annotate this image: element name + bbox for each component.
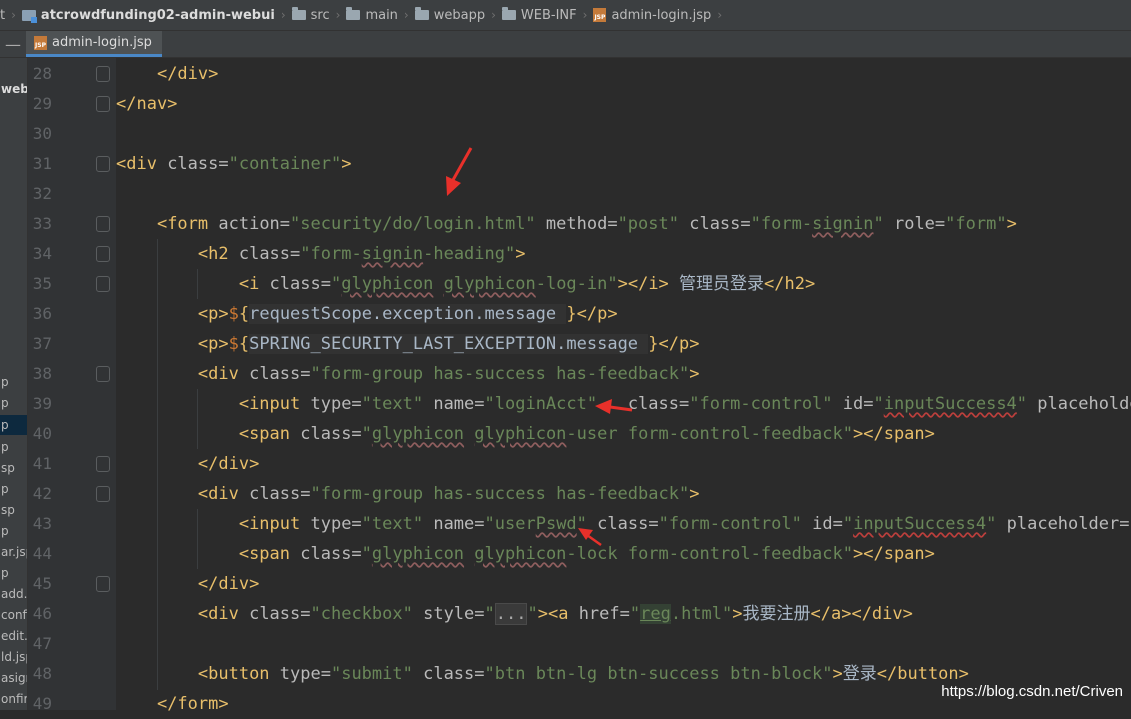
code-line-33[interactable]: <form action="security/do/login.html" me…	[116, 209, 1017, 239]
project-item[interactable]: p	[0, 479, 27, 499]
code-line-45[interactable]: </div>	[116, 569, 259, 599]
code-line-35[interactable]: <i class="glyphicon glyphicon-log-in"></…	[116, 269, 815, 299]
project-item[interactable]: p	[0, 437, 27, 457]
chevron-right-icon: ›	[335, 8, 341, 22]
project-item[interactable]: sp	[0, 500, 27, 520]
jsp-file-icon: JSP	[593, 8, 607, 22]
editor-tab-bar: — JSP admin-login.jsp	[0, 31, 1131, 58]
project-item[interactable]: p	[0, 372, 27, 392]
project-item[interactable]: add.j	[0, 584, 27, 604]
breadcrumb-item-webapp[interactable]: webapp	[411, 0, 491, 30]
project-item[interactable]: asign	[0, 668, 27, 688]
line-number: 35	[32, 274, 52, 293]
folded-region[interactable]: ...	[494, 603, 528, 625]
code-line-49[interactable]: </form>	[116, 689, 229, 719]
line-number: 39	[32, 394, 52, 413]
chevron-right-icon: ›	[717, 8, 723, 22]
line-number: 41	[32, 454, 52, 473]
line-number: 40	[32, 424, 52, 443]
project-item[interactable]: confi	[0, 605, 27, 625]
line-number: 47	[32, 634, 52, 653]
chevron-right-icon: ›	[582, 8, 588, 22]
module-icon	[21, 9, 37, 23]
folder-icon	[291, 7, 306, 20]
line-number: 43	[32, 514, 52, 533]
project-item[interactable]: p	[0, 563, 27, 583]
line-number: 48	[32, 664, 52, 683]
line-number: 42	[32, 484, 52, 503]
fold-marker-icon[interactable]	[96, 276, 110, 292]
code-line-39[interactable]: <input type="text" name="loginAcct" clas…	[116, 389, 1131, 419]
line-number: 30	[32, 124, 52, 143]
chevron-right-icon: ›	[280, 8, 286, 22]
line-number: 28	[32, 64, 52, 83]
code-line-48[interactable]: <button type="submit" class="btn btn-lg …	[116, 659, 969, 689]
folder-icon	[414, 7, 429, 20]
breadcrumb-item-main[interactable]: main	[342, 0, 403, 30]
project-item[interactable]: onfir	[0, 689, 27, 709]
breadcrumb-item-web-inf[interactable]: WEB-INF	[498, 0, 583, 30]
fold-marker-icon[interactable]	[96, 216, 110, 232]
minimize-icon[interactable]: —	[0, 31, 26, 57]
code-line-44[interactable]: <span class="glyphicon glyphicon-lock fo…	[116, 539, 935, 569]
code-line-36[interactable]: <p>${requestScope.exception.message }</p…	[116, 299, 618, 329]
watermark: https://blog.csdn.net/Criven	[941, 683, 1123, 700]
line-number: 36	[32, 304, 52, 323]
annotation-arrow-form	[446, 147, 473, 196]
chevron-right-icon: ›	[11, 8, 16, 22]
code-line-34[interactable]: <h2 class="form-signin-heading">	[116, 239, 526, 269]
project-item[interactable]: p	[0, 393, 27, 413]
tab-admin-login-jsp[interactable]: JSP admin-login.jsp	[26, 31, 162, 57]
code-line-41[interactable]: </div>	[116, 449, 259, 479]
line-number: 31	[32, 154, 52, 173]
code-line-40[interactable]: <span class="glyphicon glyphicon-user fo…	[116, 419, 935, 449]
project-tool-window: webui p p p p sp p sp p ar.jsp p add.j c…	[0, 58, 28, 710]
fold-marker-icon[interactable]	[96, 456, 110, 472]
breadcrumb-item-root[interactable]: t	[0, 0, 11, 30]
chevron-right-icon: ›	[403, 8, 409, 22]
chevron-right-icon: ›	[491, 8, 496, 22]
folder-icon	[346, 7, 361, 20]
fold-marker-icon[interactable]	[96, 96, 110, 112]
fold-marker-icon[interactable]	[96, 366, 110, 382]
code-line-37[interactable]: <p>${SPRING_SECURITY_LAST_EXCEPTION.mess…	[116, 329, 699, 359]
project-item[interactable]: webui	[0, 79, 27, 99]
fold-marker-icon[interactable]	[96, 156, 110, 172]
line-number: 34	[32, 244, 52, 263]
project-item-selected[interactable]: p	[0, 415, 27, 435]
code-line-43[interactable]: <input type="text" name="userPswd" class…	[116, 509, 1131, 539]
project-item[interactable]: ar.jsp	[0, 542, 27, 562]
line-number: 49	[32, 694, 52, 713]
tab-label: admin-login.jsp	[52, 35, 152, 50]
code-line-31[interactable]: <div class="container">	[116, 149, 351, 179]
breadcrumb-item-module[interactable]: atcrowdfunding02-admin-webui	[18, 0, 281, 30]
line-number: 38	[32, 364, 52, 383]
code-line-29[interactable]: </nav>	[116, 89, 177, 119]
line-number: 37	[32, 334, 52, 353]
line-number: 33	[32, 214, 52, 233]
navigation-breadcrumb: t › atcrowdfunding02-admin-webui › src ›…	[0, 0, 1131, 31]
project-item[interactable]: p	[0, 521, 27, 541]
folder-icon	[501, 7, 516, 20]
code-line-42[interactable]: <div class="form-group has-success has-f…	[116, 479, 700, 509]
project-item[interactable]: sp	[0, 458, 27, 478]
fold-marker-icon[interactable]	[96, 66, 110, 82]
fold-marker-icon[interactable]	[96, 576, 110, 592]
line-number: 45	[32, 574, 52, 593]
line-number: 29	[32, 94, 52, 113]
breadcrumb-item-src[interactable]: src	[288, 0, 336, 30]
fold-marker-icon[interactable]	[96, 246, 110, 262]
code-line-28[interactable]: </div>	[116, 59, 218, 89]
breadcrumb-item-file[interactable]: JSP admin-login.jsp	[589, 0, 717, 30]
line-number: 46	[32, 604, 52, 623]
project-item[interactable]: edit.j	[0, 626, 27, 646]
jsp-file-icon: JSP	[34, 35, 47, 50]
code-line-38[interactable]: <div class="form-group has-success has-f…	[116, 359, 700, 389]
line-number: 44	[32, 544, 52, 563]
code-line-46[interactable]: <div class="checkbox" style="..."><a hre…	[116, 599, 913, 629]
project-item[interactable]: ld.jsp	[0, 647, 27, 667]
fold-marker-icon[interactable]	[96, 486, 110, 502]
line-number: 32	[32, 184, 52, 203]
